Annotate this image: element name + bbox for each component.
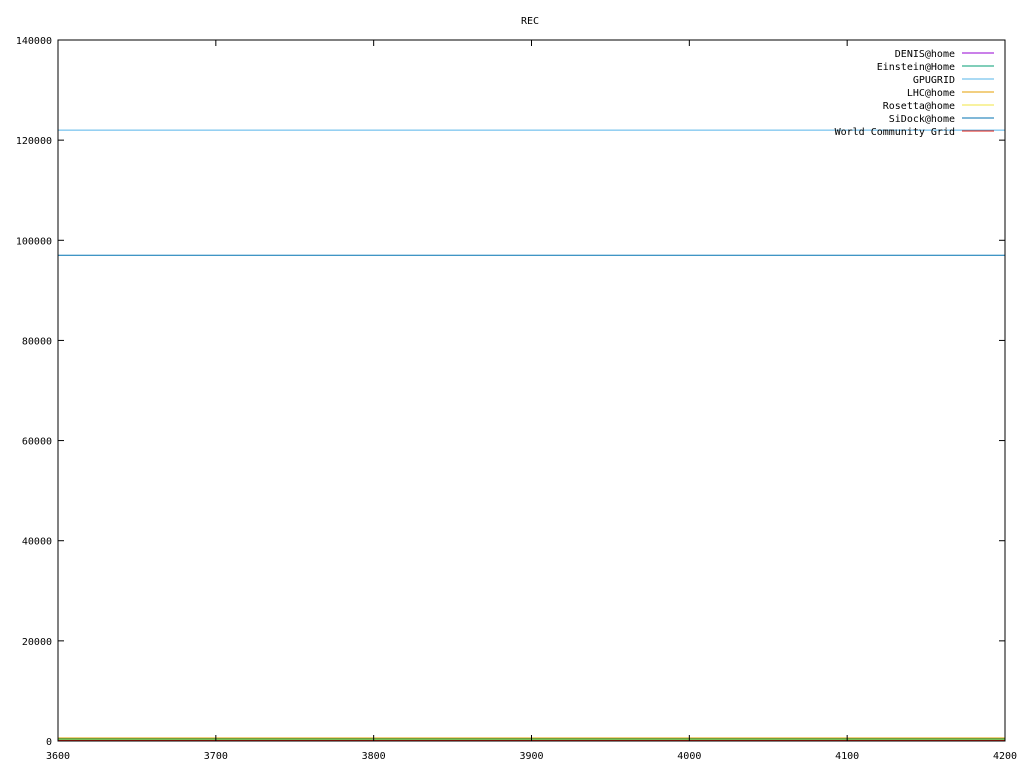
x-tick-label: 4200 (993, 751, 1017, 762)
legend-label: LHC@home (907, 88, 955, 99)
x-tick-label: 4000 (677, 751, 701, 762)
legend-label: Rosetta@home (883, 101, 955, 112)
legend-label: Einstein@Home (877, 62, 955, 73)
chart-title: REC (521, 16, 539, 27)
y-tick-label: 60000 (22, 437, 52, 448)
legend-label: DENIS@home (895, 49, 955, 60)
y-tick-label: 40000 (22, 537, 52, 548)
y-tick-label: 20000 (22, 637, 52, 648)
y-tick-label: 140000 (16, 36, 52, 47)
plot-frame (57, 39, 1006, 742)
y-tick-label: 80000 (22, 336, 52, 347)
tick-labels: 3600 3700 3800 3900 4000 4100 4200 0 20000 40000 6… (16, 36, 1017, 762)
x-tick-label: 4100 (835, 751, 859, 762)
legend-label: SiDock@home (889, 114, 955, 125)
plot-lines (58, 129, 1005, 741)
x-tick-label: 3600 (46, 751, 70, 762)
legend-label: GPUGRID (913, 75, 955, 86)
y-tick-label: 120000 (16, 136, 52, 147)
y-tick-label: 0 (46, 737, 52, 748)
legend: DENIS@home Einstein@Home GPUGRID LHC@home Ro… (835, 49, 994, 138)
x-tick-label: 3700 (204, 751, 228, 762)
chart: REC 3600 3700 3800 3900 4000 4100 4200 0 20000 40… (16, 16, 1017, 762)
x-tick-label: 3900 (519, 751, 543, 762)
y-tick-label: 100000 (16, 236, 52, 247)
legend-label: World Community Grid (835, 127, 955, 138)
x-tick-label: 3800 (362, 751, 386, 762)
tick-marks (57, 39, 1006, 742)
